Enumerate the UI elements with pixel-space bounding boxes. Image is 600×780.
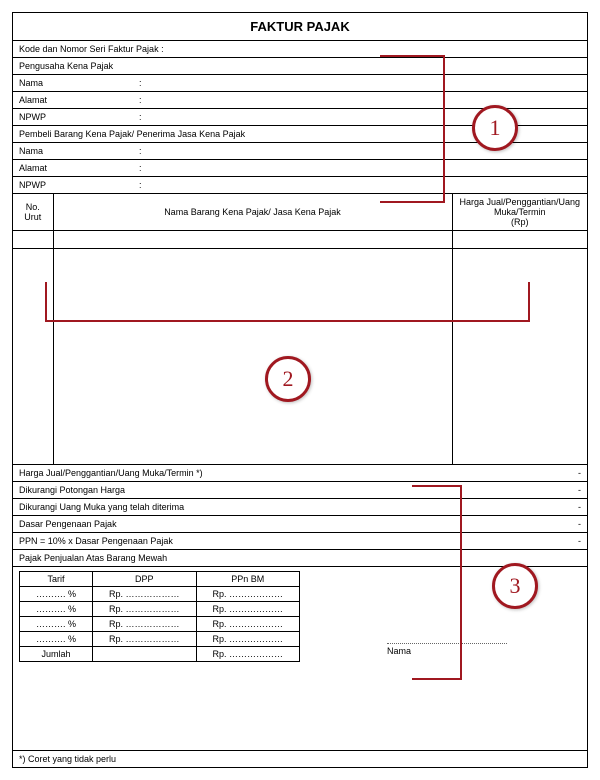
callout-2: 2 — [265, 356, 311, 402]
col-price: Harga Jual/Penggantian/Uang Muka/Termin … — [452, 194, 587, 231]
lux-header: Pajak Penjualan Atas Barang Mewah — [13, 549, 587, 566]
lux-table: TarifDPPPPn BM ………. %Rp. ………………Rp. ……………… — [19, 571, 300, 662]
bracket-2 — [45, 282, 530, 322]
items-body — [13, 249, 587, 464]
callout-1: 1 — [472, 105, 518, 151]
bracket-3 — [412, 485, 462, 680]
col-no: No. Urut — [13, 194, 53, 231]
buyer-npwp: NPWP: — [13, 176, 587, 193]
items-table: No. Urut Nama Barang Kena Pajak/ Jasa Ke… — [13, 193, 587, 464]
items-empty-row — [13, 231, 587, 249]
doc-title: FAKTUR PAJAK — [13, 13, 587, 40]
seller-header: Pengusaha Kena Pajak — [13, 57, 587, 74]
totals-block: Harga Jual/Penggantian/Uang Muka/Termin … — [13, 464, 587, 549]
kode-row: Kode dan Nomor Seri Faktur Pajak : — [13, 40, 587, 57]
footnote: *) Coret yang tidak perlu — [13, 750, 587, 767]
buyer-alamat: Alamat: — [13, 159, 587, 176]
bracket-1 — [380, 55, 445, 203]
callout-3: 3 — [492, 563, 538, 609]
seller-nama: Nama: — [13, 74, 587, 91]
